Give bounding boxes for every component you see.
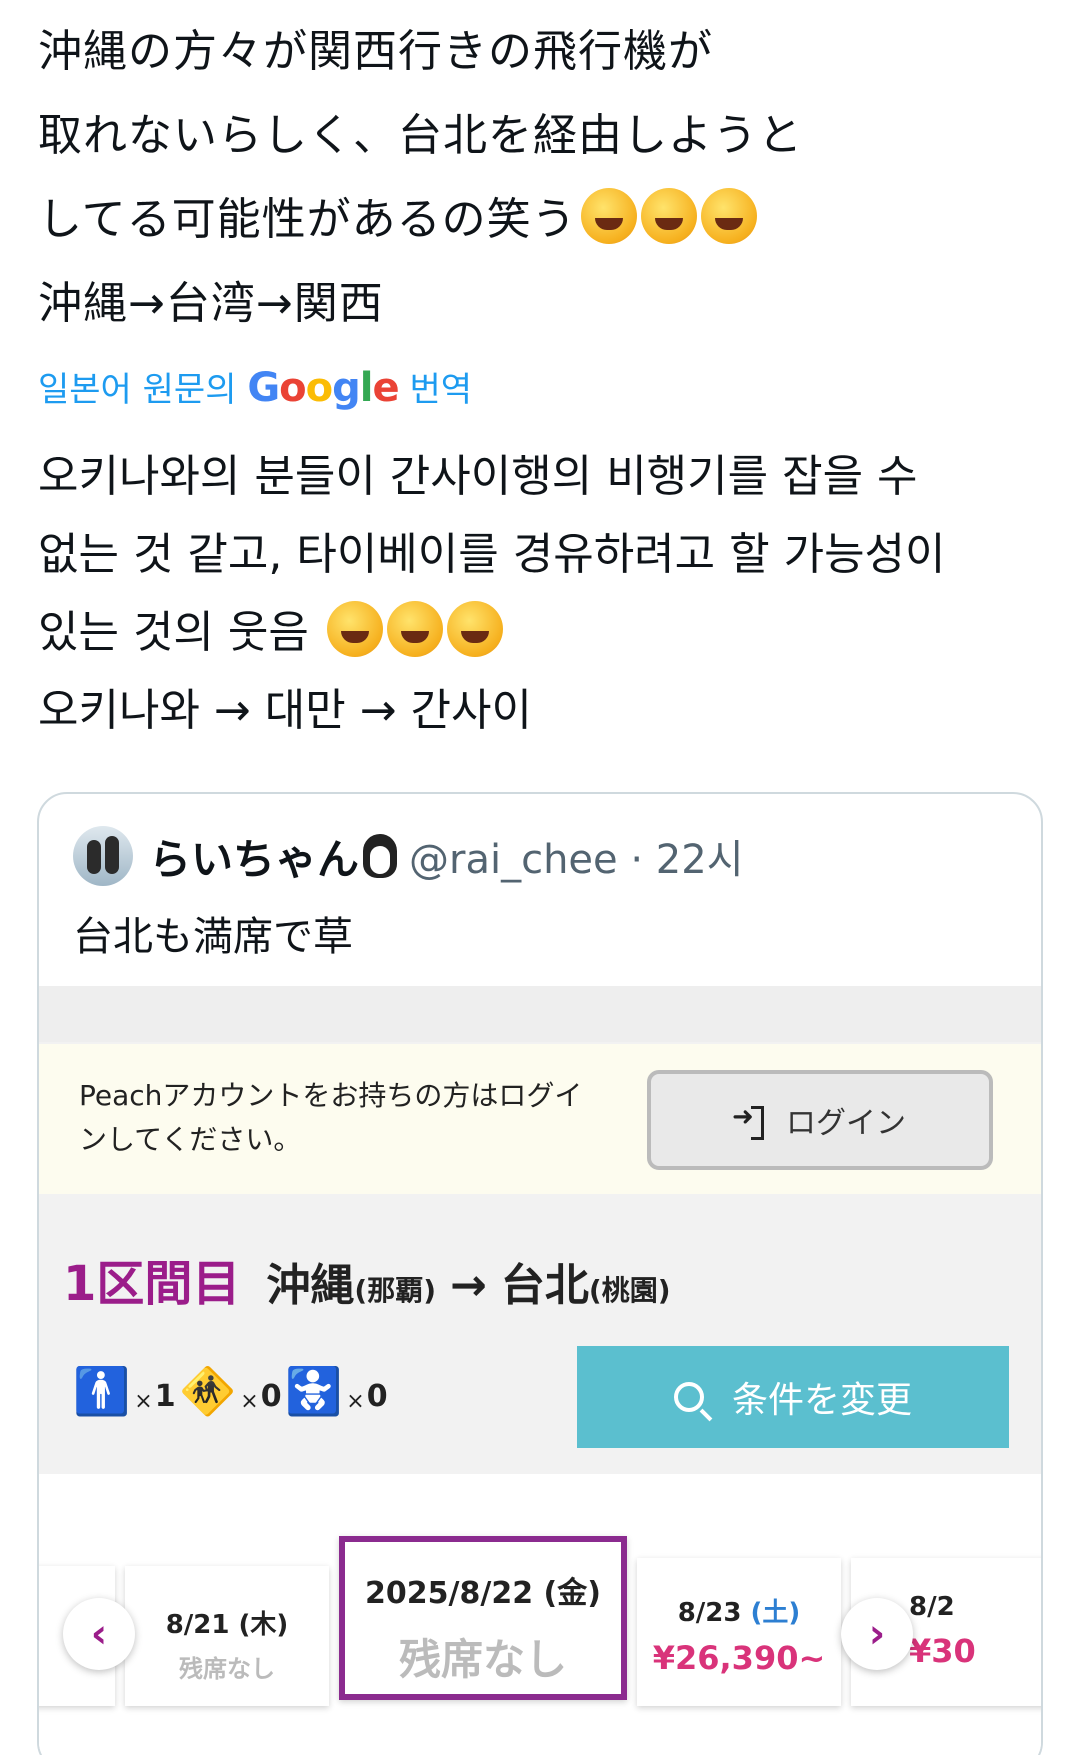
date-label-day: (土) (750, 1598, 801, 1628)
laughing-emoji-icon (326, 601, 383, 657)
tweet-line: 取れないらしく、台北を経由しようと (38, 110, 803, 161)
tweet-line: 沖縄の方々が関西行きの飛行機が (38, 26, 713, 77)
date-card-selected[interactable]: 2025/8/22 (金) 残席なし (339, 1536, 627, 1700)
translation-label-suffix: 번역 (409, 370, 472, 410)
translated-line: 오키나와의 분들이 간사이행의 비행기를 잡을 수 (38, 451, 918, 502)
infant-count-value: 0 (366, 1379, 388, 1414)
route-arrow: → (450, 1260, 487, 1311)
times-symbol: × (240, 1389, 259, 1414)
prev-date-button[interactable]: ‹ (63, 1598, 135, 1670)
segment-label: 1区間目 (63, 1256, 241, 1312)
infant-icon: 🚼 (285, 1364, 343, 1418)
fare-price: ¥26,390~ (652, 1639, 826, 1677)
origin-city: 沖縄 (266, 1260, 355, 1311)
translation-label-prefix: 일본어 원문의 (38, 370, 237, 410)
date-label-prefix: 8/23 (677, 1598, 742, 1628)
translated-line: 없는 것 같고, 타이베이를 경유하려고 할 가능성이 (38, 529, 946, 580)
translated-line: 있는 것의 웃음 (38, 594, 1048, 672)
laughing-emoji-icon (386, 601, 443, 657)
login-button[interactable]: ログイン (647, 1070, 993, 1170)
translated-line: 오키나와 → 대만 → 간사이 (38, 685, 532, 736)
date-label: 8/2 (909, 1592, 955, 1622)
change-conditions-label: 条件を変更 (731, 1380, 912, 1421)
child-count: 🚸 × 0 (179, 1368, 282, 1414)
tweet-line-text: してる可能性があるの笑う (38, 194, 577, 245)
translation-label[interactable]: 일본어 원문의 Google 번역 (38, 362, 472, 411)
avatar[interactable] (73, 826, 133, 886)
translated-text: 오키나와의 분들이 간사이행의 비행기를 잡을 수 없는 것 같고, 타이베이를… (38, 438, 1048, 750)
login-button-label: ログイン (786, 1106, 906, 1141)
destination-airport: (桃園) (588, 1274, 671, 1307)
infant-count: 🚼 × 0 (285, 1368, 388, 1414)
penguin-icon (363, 834, 398, 878)
destination-city: 台北 (500, 1260, 589, 1311)
date-label: 8/23 (土) (637, 1592, 841, 1629)
chevron-left-icon: ‹ (90, 1611, 108, 1657)
times-symbol: × (134, 1389, 153, 1414)
tweet-line: 沖縄→台湾→関西 (38, 278, 384, 329)
date-card-next[interactable]: 8/23 (土) ¥26,390~ (637, 1558, 841, 1706)
next-date-button[interactable]: › (841, 1598, 913, 1670)
translated-line-text: 있는 것의 웃음 (38, 607, 309, 658)
times-symbol: × (346, 1389, 365, 1414)
child-count-value: 0 (260, 1379, 282, 1414)
child-icon: 🚸 (179, 1364, 237, 1418)
login-icon (732, 1102, 764, 1140)
laughing-emoji-icon (580, 188, 637, 244)
date-selector: k) し 8/21 (木) 残席なし 2025/8/22 (金) 残席なし 8/… (39, 1474, 1041, 1755)
quoted-author-name[interactable]: らいちゃん (149, 826, 359, 887)
quoted-tweet[interactable]: らいちゃん @rai_chee · 22시 台北も満席で草 Peachアカウント… (37, 792, 1043, 1755)
tweet-line: してる可能性があるの笑う (38, 178, 1048, 262)
quoted-tweet-header: らいちゃん @rai_chee · 22시 (73, 826, 744, 886)
laughing-emoji-icon (640, 188, 697, 244)
date-card-prev[interactable]: 8/21 (木) 残席なし (125, 1566, 329, 1706)
adult-count-value: 1 (154, 1379, 176, 1414)
change-conditions-button[interactable]: 条件を変更 (577, 1346, 1009, 1448)
seat-status: 残席なし (179, 1655, 275, 1683)
origin-airport: (那覇) (354, 1274, 437, 1307)
seat-status: 残席なし (398, 1635, 567, 1684)
login-banner: Peachアカウントをお持ちの方はログインしてください。 ログイン (39, 1044, 1041, 1194)
adult-count: 🚹 × 1 (73, 1368, 176, 1414)
route-heading: 1区間目 沖縄 (那覇) → 台北 (桃園) (63, 1244, 671, 1314)
date-label: 2025/8/22 (金) (365, 1576, 601, 1611)
attached-screenshot[interactable]: Peachアカウントをお持ちの方はログインしてください。 ログイン 1区間目 沖… (39, 986, 1041, 1755)
chevron-right-icon: › (868, 1611, 886, 1657)
login-banner-text: Peachアカウントをお持ちの方はログインしてください。 (79, 1079, 583, 1156)
search-icon (673, 1382, 704, 1412)
date-label: 8/21 (木) (165, 1610, 289, 1640)
tweet-body: 沖縄の方々が関西行きの飛行機が 取れないらしく、台北を経由しようと してる可能性… (38, 10, 1048, 346)
laughing-emoji-icon (446, 601, 503, 657)
laughing-emoji-icon (700, 188, 757, 244)
quoted-tweet-text: 台北も満席で草 (73, 914, 353, 960)
google-logo: Google (247, 365, 399, 411)
adult-icon: 🚹 (73, 1364, 131, 1418)
screenshot-top-strip (39, 986, 1041, 1042)
quoted-author-handle: @rai_chee · 22시 (409, 837, 744, 883)
fare-price: ¥30 (909, 1632, 976, 1670)
